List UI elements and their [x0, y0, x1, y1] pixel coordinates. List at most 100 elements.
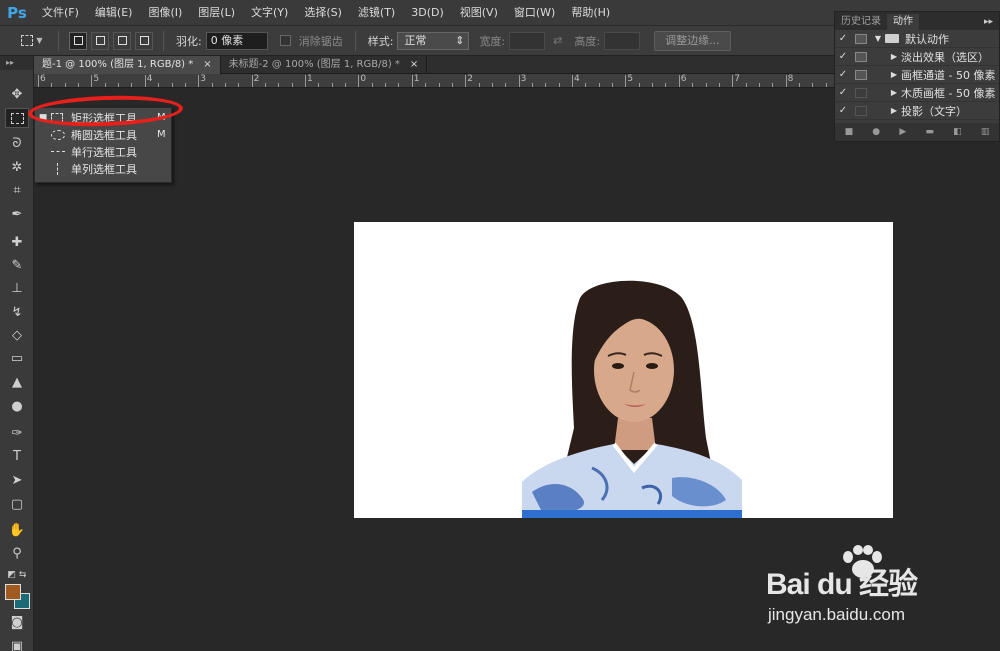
action-row[interactable]: ✓ ▶ 画框通道 - 50 像素 — [835, 66, 999, 84]
tab-document-1[interactable]: 题-1 @ 100% (图层 1, RGB/8) * × — [34, 56, 221, 74]
close-icon[interactable]: × — [410, 56, 418, 74]
expand-arrow-icon[interactable]: ▶ — [887, 70, 901, 79]
brush-tool-icon[interactable]: ✎ — [5, 255, 29, 275]
tab-document-2[interactable]: 未标题-2 @ 100% (图层 1, RGB/8) * × — [221, 56, 428, 74]
screen-mode-icon[interactable]: ▣ — [5, 636, 29, 651]
menu-help[interactable]: 帮助(H) — [563, 0, 618, 26]
history-brush-tool-icon[interactable]: ↯ — [5, 302, 29, 322]
ruler-number: 2 — [253, 74, 260, 84]
play-icon[interactable]: ▶ — [899, 127, 906, 137]
trash-icon[interactable]: ▥ — [981, 127, 990, 137]
check-icon[interactable]: ✓ — [835, 51, 851, 62]
menu-image[interactable]: 图像(I) — [140, 0, 190, 26]
path-selection-tool-icon[interactable]: ➤ — [5, 470, 29, 490]
ruler-tick — [305, 75, 306, 87]
shape-tool-icon[interactable]: ▢ — [5, 494, 29, 514]
ruler-number: 3 — [200, 74, 206, 84]
eyedropper-tool-icon[interactable]: ✒ — [5, 204, 29, 224]
tool-preset-picker[interactable]: ▼ — [14, 30, 50, 52]
menu-layer[interactable]: 图层(L) — [190, 0, 243, 26]
expand-arrow-icon[interactable]: ▼ — [871, 34, 885, 43]
check-icon[interactable]: ✓ — [835, 69, 851, 80]
ruler-minor-tick — [491, 83, 493, 87]
width-label: 宽度: — [479, 34, 506, 48]
menu-view[interactable]: 视图(V) — [452, 0, 506, 26]
clone-stamp-tool-icon[interactable]: ⊥ — [5, 278, 29, 298]
dialog-toggle-icon[interactable] — [855, 87, 867, 98]
intersect-selection-icon — [139, 36, 149, 45]
tools-panel-collapse[interactable]: ▸▸ — [0, 56, 33, 70]
antialias-checkbox[interactable] — [279, 35, 291, 46]
document-canvas[interactable] — [354, 222, 893, 518]
flyout-item-label: 单行选框工具 — [71, 145, 137, 159]
refine-edge-button[interactable]: 调整边缘... — [654, 30, 731, 51]
expand-arrow-icon[interactable]: ▶ — [887, 88, 901, 97]
height-input[interactable] — [604, 31, 641, 50]
check-icon[interactable]: ✓ — [835, 33, 851, 44]
marquee-tool-icon[interactable] — [5, 108, 29, 128]
rect-marquee-icon — [10, 112, 24, 124]
magic-wand-tool-icon[interactable]: ✲ — [5, 157, 29, 177]
quick-mask-icon[interactable]: ◙ — [5, 612, 29, 632]
check-icon[interactable]: ✓ — [835, 87, 851, 98]
check-icon[interactable]: ✓ — [835, 105, 851, 116]
healing-brush-tool-icon[interactable]: ✚ — [5, 232, 29, 252]
hand-tool-icon[interactable]: ✋ — [5, 520, 29, 540]
menu-type[interactable]: 文字(Y) — [243, 0, 296, 26]
foreground-color-swatch[interactable] — [5, 584, 21, 600]
dialog-toggle-icon[interactable] — [855, 105, 867, 116]
ruler-minor-tick — [825, 83, 827, 87]
action-set-row[interactable]: ✓ ▼ 默认动作 — [835, 30, 999, 48]
eraser-tool-icon[interactable]: ◇ — [5, 325, 29, 345]
ruler-minor-tick — [745, 83, 747, 87]
close-icon[interactable]: × — [203, 56, 211, 74]
action-row[interactable]: ✓ ▶ 淡出效果（选区） — [835, 48, 999, 66]
panel-menu-icon[interactable]: ▸▸ — [984, 14, 999, 30]
menu-file[interactable]: 文件(F) — [34, 0, 87, 26]
dialog-toggle-icon[interactable] — [855, 33, 867, 44]
ruler-number: 1 — [413, 74, 420, 84]
menu-window[interactable]: 窗口(W) — [506, 0, 563, 26]
tab-history[interactable]: 历史记录 — [835, 14, 887, 30]
tab-actions[interactable]: 动作 — [887, 14, 919, 30]
ruler-tick — [358, 75, 360, 87]
blur-tool-icon[interactable]: ▲ — [5, 372, 29, 392]
move-tool-icon[interactable]: ✥ — [5, 84, 29, 104]
menu-filter[interactable]: 滤镜(T) — [350, 0, 403, 26]
flyout-item-ellipse-marquee[interactable]: 椭圆选框工具 M — [35, 126, 173, 143]
new-selection-button[interactable] — [69, 31, 87, 50]
intersect-selection-button[interactable] — [135, 31, 153, 50]
crop-tool-icon[interactable]: ⌗ — [5, 180, 29, 200]
action-row[interactable]: ✓ ▶ 木质画框 - 50 像素 — [835, 84, 999, 102]
width-input[interactable] — [509, 31, 546, 50]
add-selection-button[interactable] — [91, 31, 109, 50]
lasso-tool-icon[interactable]: ᘐ — [5, 133, 29, 153]
new-set-icon[interactable]: ▬ — [925, 127, 934, 137]
expand-arrow-icon[interactable]: ▶ — [887, 106, 901, 115]
zoom-tool-icon[interactable]: ⚲ — [5, 543, 29, 563]
dialog-toggle-icon[interactable] — [855, 69, 867, 80]
new-action-icon[interactable]: ◧ — [953, 127, 962, 137]
ruler-minor-tick — [692, 83, 694, 87]
gradient-tool-icon[interactable]: ▭ — [5, 348, 29, 368]
feather-input[interactable]: 0 像素 — [205, 31, 268, 50]
type-tool-icon[interactable]: T — [5, 446, 29, 466]
action-row[interactable]: ✓ ▶ 投影（文字） — [835, 102, 999, 120]
chevron-down-icon: ▼ — [36, 36, 43, 45]
stop-icon[interactable]: ■ — [845, 127, 854, 137]
default-colors-icon[interactable]: ◩ ⇆ — [5, 565, 29, 585]
record-icon[interactable]: ● — [872, 127, 880, 137]
flyout-item-single-row-marquee[interactable]: 单行选框工具 — [35, 143, 173, 160]
dialog-toggle-icon[interactable] — [855, 51, 867, 62]
subtract-selection-button[interactable] — [113, 31, 131, 50]
flyout-item-single-column-marquee[interactable]: 单列选框工具 — [35, 160, 173, 177]
dodge-tool-icon[interactable]: ● — [5, 396, 29, 416]
menu-edit[interactable]: 编辑(E) — [87, 0, 141, 26]
expand-arrow-icon[interactable]: ▶ — [887, 52, 901, 61]
menu-3d[interactable]: 3D(D) — [403, 0, 452, 26]
menu-select[interactable]: 选择(S) — [296, 0, 350, 26]
horizontal-ruler: 6543210123456789 — [34, 74, 834, 88]
pen-tool-icon[interactable]: ✑ — [5, 423, 29, 443]
style-select[interactable]: 正常 ⇕ — [397, 31, 470, 50]
swap-dimensions-icon[interactable]: ⇄ — [553, 34, 562, 47]
